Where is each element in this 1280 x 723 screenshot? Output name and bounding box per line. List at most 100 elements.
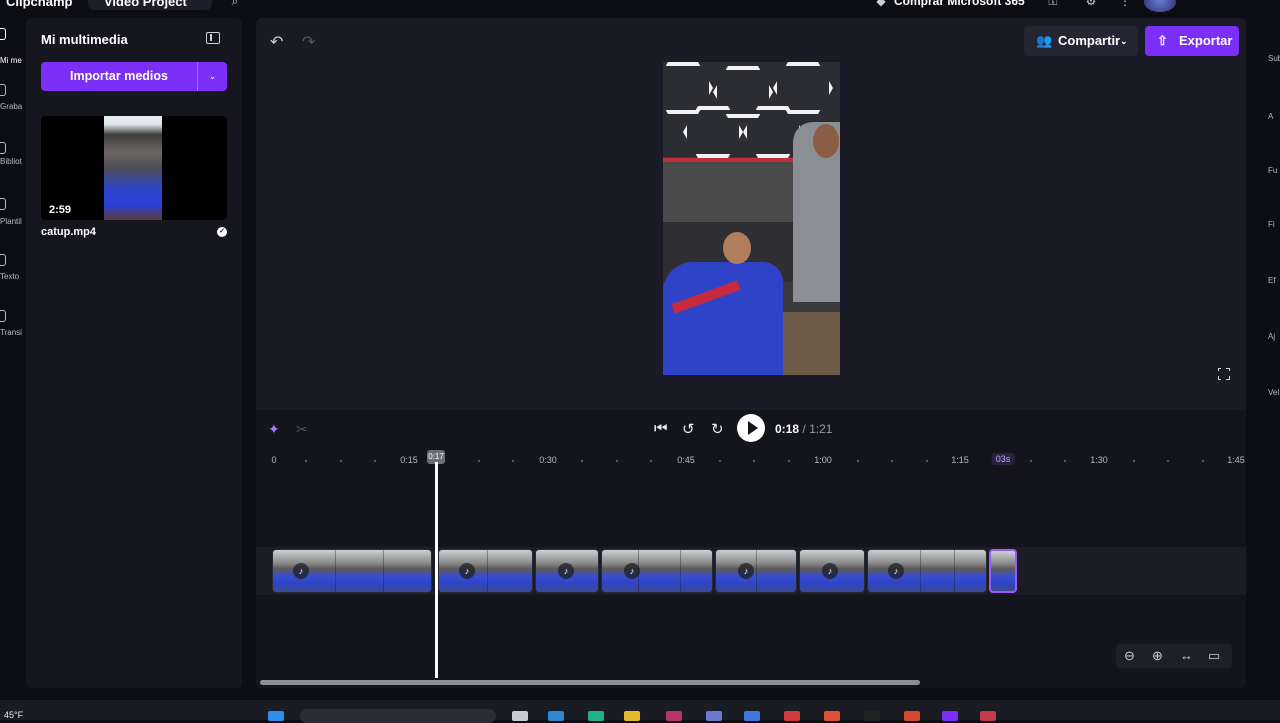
rail-label-fade[interactable]: Fu [1268,166,1277,175]
ruler-dot [650,460,652,462]
templates-rail-icon[interactable] [0,198,6,210]
selected-timeline-clip[interactable] [989,549,1017,593]
transitions-rail-icon[interactable] [0,310,6,322]
caption-icon[interactable]: ▭ [1208,648,1220,664]
rail-label-templates[interactable]: Plantillas [0,217,22,226]
buy-microsoft-365-link[interactable]: Comprar Microsoft 365 [894,0,1025,8]
time-separator: / [802,422,806,436]
rail-label-media[interactable]: Mi medios [0,56,22,65]
volume-icon[interactable]: ♪ [738,563,754,579]
sparkle-icon[interactable]: ✦ [268,421,280,438]
media-rail-icon[interactable] [0,28,6,40]
more-icon[interactable]: ⋮ [1118,0,1132,8]
rail-label-effects[interactable]: Ef [1268,276,1276,285]
volume-icon[interactable]: ♪ [293,563,309,579]
library-rail-icon[interactable] [0,142,6,154]
rewind-5-icon[interactable]: ↺ [682,420,695,438]
volume-icon[interactable]: ♪ [822,563,838,579]
timecode: 0:18 / 1:21 [775,422,832,436]
clip-frame-divider [487,550,488,592]
volume-icon[interactable]: ♪ [558,563,574,579]
timeline-clip[interactable]: ♪ [799,549,865,593]
playhead[interactable] [435,462,438,678]
undo-icon[interactable]: ↶ [270,32,283,52]
rail-label-audio[interactable]: A [1268,112,1273,121]
zoom-in-icon[interactable]: ⊕ [1152,648,1163,664]
import-media-label[interactable]: Importar medios [41,62,197,91]
share-button[interactable]: 👥 Compartir ⌄ [1024,26,1138,56]
current-time: 0:18 [775,422,800,436]
fit-to-width-icon[interactable]: ↔ [1180,648,1193,663]
rail-label-transitions[interactable]: Transiciones [0,328,22,337]
volume-icon[interactable]: ♪ [459,563,475,579]
chevron-down-icon: ⌄ [1120,36,1128,46]
skip-back-icon[interactable]: ⏮ [654,420,668,437]
media-panel: Mi multimedia Importar medios ⌄ 2:59 cat… [26,18,242,688]
clip-frame-divider [954,550,955,592]
clip-frame-divider [920,550,921,592]
ruler-label: 0 [271,455,277,465]
share-label: Compartir [1058,33,1121,48]
rail-label-subtitles[interactable]: Sub [1268,54,1280,63]
video-preview[interactable] [663,62,840,375]
ruler-dot [305,460,307,462]
rail-label-filters[interactable]: Fi [1268,220,1275,229]
project-name: Video Project [104,0,187,9]
preview-floor [783,312,840,375]
ruler-dot [857,460,859,462]
ruler-dot [478,460,480,462]
total-time: 1:21 [809,422,833,436]
rail-label-text[interactable]: Texto [0,272,22,281]
timeline-clip[interactable]: ♪ [601,549,713,593]
ruler-dot [719,460,721,462]
ruler-marker-label: 03s [991,453,1015,465]
avatar[interactable] [1144,0,1176,12]
timeline-clip[interactable]: ♪ [438,549,533,593]
play-button[interactable] [737,414,765,442]
collapse-panel-icon[interactable] [206,32,220,44]
timeline-scrollbar[interactable] [260,680,920,685]
export-button[interactable]: ⇧ Exportar [1145,26,1239,56]
ruler-dot [581,460,583,462]
zoom-out-icon[interactable]: ⊖ [1124,648,1135,664]
volume-icon[interactable]: ♪ [624,563,640,579]
ruler-label: 1:00 [814,455,832,465]
lock-icon[interactable]: ⚿ [1046,0,1060,8]
people-icon: 👥 [1036,33,1053,48]
scissors-icon[interactable]: ✂ [296,421,308,438]
chevron-down-icon[interactable]: ⌄ [198,62,227,91]
clip-frame-divider [756,550,757,592]
editor-area: ↶ ↷ 👥 Compartir ⌄ ⇧ Exportar ✦ ✂ ⏮ ↺ ↻ 0… [256,18,1246,688]
ruler-dot [1030,460,1032,462]
ruler-label: 1:15 [951,455,969,465]
text-rail-icon[interactable] [0,254,6,266]
redo-icon[interactable]: ↷ [302,32,315,52]
timeline-ruler[interactable]: 0 0:15 0:30 0:45 1:00 1:15 03s 1:30 1:45 [256,450,1246,472]
record-rail-icon[interactable] [0,84,6,96]
rail-label-library[interactable]: Biblioteca [0,157,22,166]
timeline-clip[interactable]: ♪ [272,549,432,593]
settings-icon[interactable]: ⚙ [1084,0,1098,8]
ruler-dot [340,460,342,462]
rail-label-speed[interactable]: Vel [1268,388,1279,397]
rail-label-record[interactable]: Grabar y crear [0,102,22,111]
diamond-icon: ◆ [876,0,886,8]
taskbar-search[interactable] [300,709,496,723]
project-name-field[interactable]: Video Project [88,0,212,10]
media-thumbnail[interactable]: 2:59 [41,116,227,220]
timeline-clip[interactable]: ♪ [535,549,599,593]
search-icon[interactable]: ⌕ [228,0,242,8]
ruler-dot [1167,460,1169,462]
ruler-label: 1:30 [1090,455,1108,465]
forward-5-icon[interactable]: ↻ [711,420,724,438]
timeline-clip[interactable]: ♪ [867,549,987,593]
fullscreen-icon[interactable] [1217,367,1231,381]
preview-child-face [723,232,751,264]
rail-label-adjust[interactable]: Aj [1268,332,1275,341]
volume-icon[interactable]: ♪ [888,563,904,579]
timeline-clip[interactable]: ♪ [715,549,797,593]
ruler-dot [891,460,893,462]
ruler-dot [1202,460,1204,462]
import-media-button[interactable]: Importar medios ⌄ [41,62,227,91]
media-file-name: catup.mp4 [41,226,97,238]
